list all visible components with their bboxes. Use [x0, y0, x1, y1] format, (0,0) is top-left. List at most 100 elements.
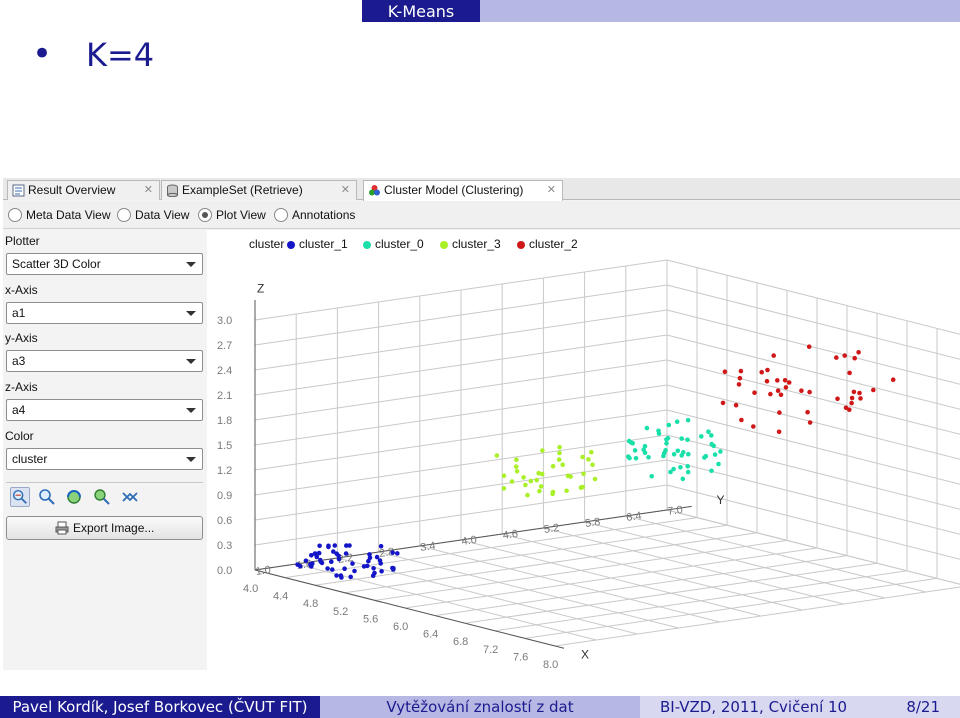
radio-data-view[interactable]: Data View [117, 207, 189, 223]
header-right-bar [480, 0, 960, 22]
close-icon[interactable]: ✕ [341, 181, 350, 200]
tab-exampleset-retrieve[interactable]: ExampleSet (Retrieve) ✕ [161, 180, 357, 200]
data-point-cluster_0 [626, 438, 632, 444]
scatter-3d-chart: 0.0 0.3 0.6 0.9 1.2 1.5 1.8 2.1 2.4 2.7 3.0 4.0 4.4 4… [217, 259, 960, 670]
data-point-cluster_0 [646, 455, 651, 460]
radio-label: Plot View [216, 208, 266, 222]
data-point-cluster_1 [348, 574, 353, 580]
data-point-cluster_3 [521, 475, 526, 480]
data-point-cluster_3 [514, 469, 520, 474]
data-point-cluster_0 [685, 469, 691, 475]
z-tick-label: 0.6 [217, 515, 232, 527]
data-point-cluster_2 [776, 429, 782, 435]
footer-authors: Pavel Kordík, Josef Borkovec (ČVUT FIT) [0, 696, 320, 718]
scatter-3d-plot-area[interactable]: cluster cluster_1 cluster_0 cluster_3 cl… [207, 230, 960, 670]
data-point-cluster_3 [513, 464, 519, 469]
data-point-cluster_3 [540, 448, 545, 453]
data-point-cluster_1 [366, 558, 371, 564]
z-tick-label: 0.3 [217, 540, 232, 552]
x-tick-label: 7.6 [513, 651, 528, 663]
reset-icon[interactable] [120, 487, 140, 507]
data-point-cluster_2 [856, 350, 861, 355]
data-point-cluster_2 [858, 396, 863, 401]
yaxis-value: a3 [12, 354, 26, 368]
data-point-cluster_2 [783, 385, 789, 390]
close-icon[interactable]: ✕ [144, 181, 153, 200]
tab-label: Result Overview [28, 183, 116, 197]
data-point-cluster_0 [661, 450, 667, 456]
data-point-cluster_1 [395, 551, 400, 556]
radio-button[interactable] [274, 208, 288, 222]
data-point-cluster_2 [752, 390, 757, 395]
yaxis-select[interactable]: a3 [6, 350, 203, 372]
x-tick-label: 4.0 [243, 583, 258, 595]
data-point-cluster_0 [680, 476, 686, 482]
plot-toolbar [6, 482, 203, 508]
data-point-cluster_2 [777, 410, 782, 415]
data-point-cluster_3 [557, 444, 562, 450]
data-point-cluster_2 [847, 370, 852, 376]
data-point-cluster_2 [738, 368, 744, 374]
y-tick-label: 5.8 [584, 516, 601, 530]
results-tab-bar: Result Overview ✕ ExampleSet (Retrieve) … [3, 178, 960, 201]
y-tick-label: 7.0 [667, 504, 684, 518]
grid-line [625, 515, 926, 593]
data-point-cluster_1 [330, 567, 335, 572]
data-point-cluster_0 [675, 448, 681, 454]
radio-label: Data View [135, 208, 190, 222]
data-point-cluster_2 [782, 378, 788, 383]
radio-button[interactable] [117, 208, 131, 222]
data-point-cluster_1 [318, 559, 323, 564]
data-point-cluster_0 [666, 422, 672, 428]
zaxis-select[interactable]: a4 [6, 399, 203, 421]
z-tick-label: 1.5 [217, 440, 232, 452]
zoom-icon[interactable] [37, 487, 57, 507]
data-point-cluster_2 [720, 400, 726, 406]
radio-label: Meta Data View [26, 208, 111, 222]
rotate-icon[interactable] [64, 487, 84, 507]
zaxis-label: z-Axis [5, 380, 38, 394]
plotter-select[interactable]: Scatter 3D Color [6, 253, 203, 275]
y-axis-label: Y [717, 493, 725, 507]
data-point-cluster_1 [312, 551, 318, 556]
printer-icon [55, 521, 69, 535]
data-point-cluster_1 [325, 566, 330, 571]
grid-line [378, 551, 679, 629]
pan-icon[interactable] [92, 487, 112, 507]
data-point-cluster_2 [799, 388, 804, 393]
data-point-cluster_3 [557, 450, 562, 456]
data-point-cluster_2 [843, 405, 849, 411]
color-label: Color [5, 429, 34, 443]
radio-button[interactable] [8, 208, 22, 222]
data-point-cluster_2 [849, 395, 855, 401]
export-image-button[interactable]: Export Image... [6, 516, 203, 540]
x-tick-label: 4.4 [273, 591, 288, 603]
color-select[interactable]: cluster [6, 448, 203, 470]
data-point-cluster_1 [342, 566, 347, 571]
data-point-cluster_2 [871, 387, 876, 393]
radio-meta-data-view[interactable]: Meta Data View [8, 207, 111, 223]
tab-result-overview[interactable]: Result Overview ✕ [7, 180, 160, 200]
data-point-cluster_2 [736, 382, 742, 387]
data-point-cluster_0 [632, 448, 638, 453]
close-icon[interactable]: ✕ [547, 181, 556, 200]
radio-plot-view[interactable]: Plot View [198, 207, 266, 223]
data-point-cluster_1 [336, 556, 342, 562]
data-point-cluster_3 [589, 449, 594, 455]
data-point-cluster_2 [807, 420, 813, 425]
data-point-cluster_0 [641, 447, 646, 452]
x-tick-label: 5.2 [333, 606, 348, 618]
data-point-cluster_0 [674, 419, 680, 424]
data-point-cluster_3 [556, 457, 562, 462]
y-tick-label: 6.4 [626, 510, 643, 524]
data-point-cluster_2 [751, 424, 756, 429]
radio-annotations[interactable]: Annotations [274, 207, 355, 223]
select-zoom-icon[interactable] [10, 487, 30, 507]
data-point-cluster_2 [759, 369, 764, 375]
data-point-cluster_1 [371, 566, 376, 571]
xaxis-select[interactable]: a1 [6, 302, 203, 324]
data-point-cluster_2 [786, 380, 792, 385]
export-image-label: Export Image... [73, 521, 155, 535]
tab-cluster-model[interactable]: Cluster Model (Clustering) ✕ [363, 180, 563, 201]
radio-button-selected[interactable] [198, 208, 212, 222]
